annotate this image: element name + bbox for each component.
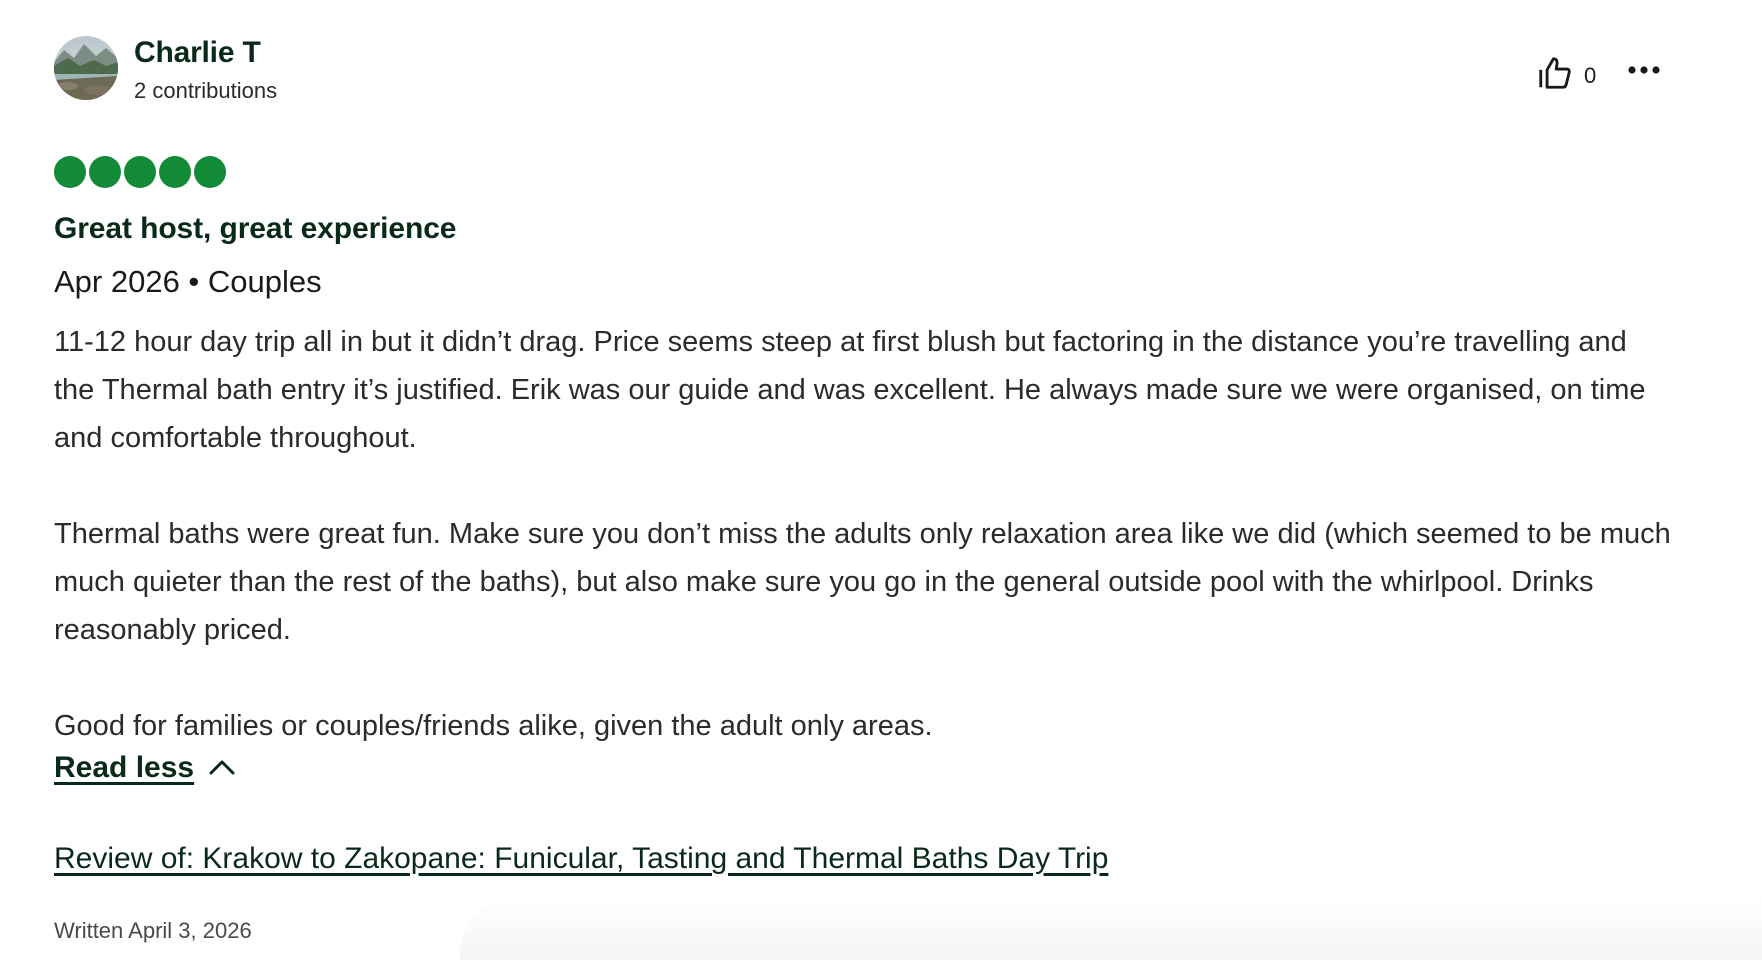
more-options-icon: [1626, 66, 1662, 88]
reviewer-name[interactable]: Charlie T: [134, 36, 261, 70]
review-paragraph: Good for families or couples/friends ali…: [54, 710, 933, 742]
bottom-overlay-shadow: [460, 895, 1762, 960]
thumbs-up-icon: [1536, 54, 1574, 97]
rating-bubble-icon: [54, 156, 86, 188]
helpful-count: 0: [1584, 62, 1597, 88]
review-of-link[interactable]: Review of: Krakow to Zakopane: Funicular…: [54, 842, 1108, 876]
review-meta: Apr 2026 • Couples: [54, 264, 322, 299]
review-paragraph: Thermal baths were great fun. Make sure …: [54, 518, 1671, 646]
avatar[interactable]: [54, 36, 118, 100]
rating-bubble-icon: [159, 156, 191, 188]
review-title: Great host, great experience: [54, 212, 457, 245]
more-options-button[interactable]: [1626, 56, 1662, 84]
chevron-up-icon: [194, 751, 236, 785]
review-page: Charlie T 2 contributions 0 Great host, …: [0, 0, 1762, 960]
contributions-count: 2 contributions: [134, 78, 278, 103]
written-date: Written April 3, 2026: [54, 918, 252, 943]
rating-bubble-icon: [89, 156, 121, 188]
avatar-landscape-image: [54, 36, 118, 100]
rating-bubbles: [54, 156, 226, 188]
read-less-label: Read less: [54, 751, 195, 784]
review-header: Charlie T 2 contributions 0: [54, 36, 1674, 106]
rating-bubble-icon: [194, 156, 226, 188]
review-paragraph: 11-12 hour day trip all in but it didn’t…: [54, 326, 1646, 454]
review-body: 11-12 hour day trip all in but it didn’t…: [54, 318, 1674, 750]
read-less-button[interactable]: Read less: [54, 751, 236, 785]
helpful-vote-button[interactable]: 0: [1536, 54, 1596, 97]
rating-bubble-icon: [124, 156, 156, 188]
